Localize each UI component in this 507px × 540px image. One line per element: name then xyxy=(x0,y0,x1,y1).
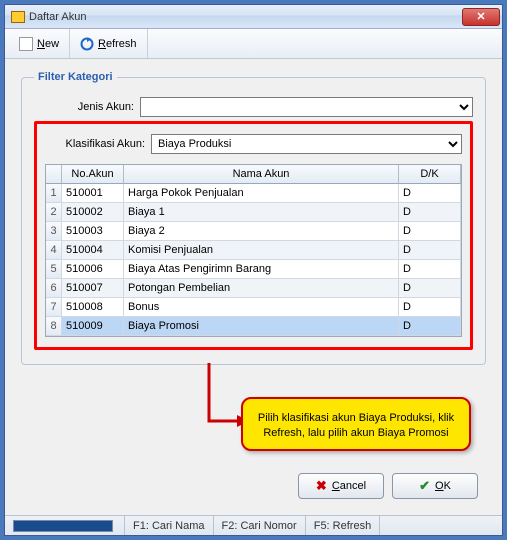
cell-dk: D xyxy=(399,241,461,260)
highlight-box: Klasifikasi Akun: Biaya Produksi No.Akun… xyxy=(34,121,473,350)
callout-box: Pilih klasifikasi akun Biaya Produksi, k… xyxy=(241,397,471,451)
cancel-label: ancel xyxy=(340,480,366,492)
cell-nama: Komisi Penjualan xyxy=(124,241,399,260)
row-index: 4 xyxy=(46,241,62,260)
cell-dk: D xyxy=(399,222,461,241)
filter-title: Filter Kategori xyxy=(34,71,117,83)
cell-no: 510003 xyxy=(62,222,124,241)
row-index: 5 xyxy=(46,260,62,279)
table-row[interactable]: 4510004Komisi PenjualanD xyxy=(46,241,461,260)
close-button[interactable]: ✕ xyxy=(462,8,500,26)
jenis-label: Jenis Akun: xyxy=(34,101,134,113)
titlebar: Daftar Akun ✕ xyxy=(5,5,502,29)
table-row[interactable]: 1510001Harga Pokok PenjualanD xyxy=(46,184,461,203)
table-row[interactable]: 8510009Biaya PromosiD xyxy=(46,317,461,336)
button-row: ✖ Cancel ✔ OK xyxy=(19,467,488,505)
cell-no: 510008 xyxy=(62,298,124,317)
klasifikasi-row: Klasifikasi Akun: Biaya Produksi xyxy=(45,134,462,154)
callout-text: Pilih klasifikasi akun Biaya Produksi, k… xyxy=(258,412,454,439)
new-button[interactable]: New xyxy=(9,29,70,58)
status-f2: F2: Cari Nomor xyxy=(214,516,306,535)
new-icon xyxy=(19,37,33,51)
status-f1: F1: Cari Nama xyxy=(125,516,214,535)
cell-dk: D xyxy=(399,298,461,317)
cell-nama: Bonus xyxy=(124,298,399,317)
cell-nama: Biaya Promosi xyxy=(124,317,399,336)
ok-icon: ✔ xyxy=(419,478,430,494)
cancel-icon: ✖ xyxy=(316,478,327,494)
table-row[interactable]: 2510002Biaya 1D xyxy=(46,203,461,222)
cell-no: 510004 xyxy=(62,241,124,260)
cell-nama: Biaya Atas Pengirimn Barang xyxy=(124,260,399,279)
cell-nama: Biaya 1 xyxy=(124,203,399,222)
cancel-button[interactable]: ✖ Cancel xyxy=(298,473,384,499)
jenis-select[interactable] xyxy=(140,97,473,117)
row-index: 3 xyxy=(46,222,62,241)
cell-dk: D xyxy=(399,203,461,222)
row-index: 6 xyxy=(46,279,62,298)
refresh-label: efresh xyxy=(106,38,137,50)
table-row[interactable]: 3510003Biaya 2D xyxy=(46,222,461,241)
refresh-icon xyxy=(80,37,94,51)
cell-no: 510009 xyxy=(62,317,124,336)
app-window: Daftar Akun ✕ New Refresh Filter Kategor… xyxy=(4,4,503,536)
ok-button[interactable]: ✔ OK xyxy=(392,473,478,499)
jenis-row: Jenis Akun: xyxy=(34,97,473,117)
statusbar: F1: Cari Nama F2: Cari Nomor F5: Refresh xyxy=(5,515,502,535)
row-index: 1 xyxy=(46,184,62,203)
row-index: 2 xyxy=(46,203,62,222)
cell-dk: D xyxy=(399,260,461,279)
row-index: 7 xyxy=(46,298,62,317)
overlay-area: Pilih klasifikasi akun Biaya Produksi, k… xyxy=(19,371,488,467)
header-nama[interactable]: Nama Akun xyxy=(124,165,399,184)
cell-dk: D xyxy=(399,317,461,336)
cell-no: 510001 xyxy=(62,184,124,203)
refresh-button[interactable]: Refresh xyxy=(70,29,148,58)
window-title: Daftar Akun xyxy=(29,11,462,23)
status-f5: F5: Refresh xyxy=(306,516,380,535)
grid-header: No.Akun Nama Akun D/K xyxy=(46,165,461,184)
header-idx xyxy=(46,165,62,184)
ok-label: K xyxy=(444,480,451,492)
header-no[interactable]: No.Akun xyxy=(62,165,124,184)
new-label: New xyxy=(37,38,59,50)
cell-no: 510006 xyxy=(62,260,124,279)
cell-nama: Harga Pokok Penjualan xyxy=(124,184,399,203)
progress-bar xyxy=(13,520,113,532)
row-index: 8 xyxy=(46,317,62,336)
status-progress xyxy=(5,516,125,535)
cell-nama: Biaya 2 xyxy=(124,222,399,241)
cell-dk: D xyxy=(399,184,461,203)
cell-no: 510007 xyxy=(62,279,124,298)
cell-dk: D xyxy=(399,279,461,298)
cell-nama: Potongan Pembelian xyxy=(124,279,399,298)
filter-group: Filter Kategori Jenis Akun: Klasifikasi … xyxy=(21,71,486,365)
table-row[interactable]: 6510007Potongan PembelianD xyxy=(46,279,461,298)
table-row[interactable]: 7510008BonusD xyxy=(46,298,461,317)
table-row[interactable]: 5510006Biaya Atas Pengirimn BarangD xyxy=(46,260,461,279)
klasifikasi-label: Klasifikasi Akun: xyxy=(45,138,145,150)
header-dk[interactable]: D/K xyxy=(399,165,461,184)
klasifikasi-select[interactable]: Biaya Produksi xyxy=(151,134,462,154)
cell-no: 510002 xyxy=(62,203,124,222)
app-icon xyxy=(11,11,25,23)
content-area: Filter Kategori Jenis Akun: Klasifikasi … xyxy=(5,59,502,515)
account-grid: No.Akun Nama Akun D/K 1510001Harga Pokok… xyxy=(45,164,462,337)
toolbar: New Refresh xyxy=(5,29,502,59)
